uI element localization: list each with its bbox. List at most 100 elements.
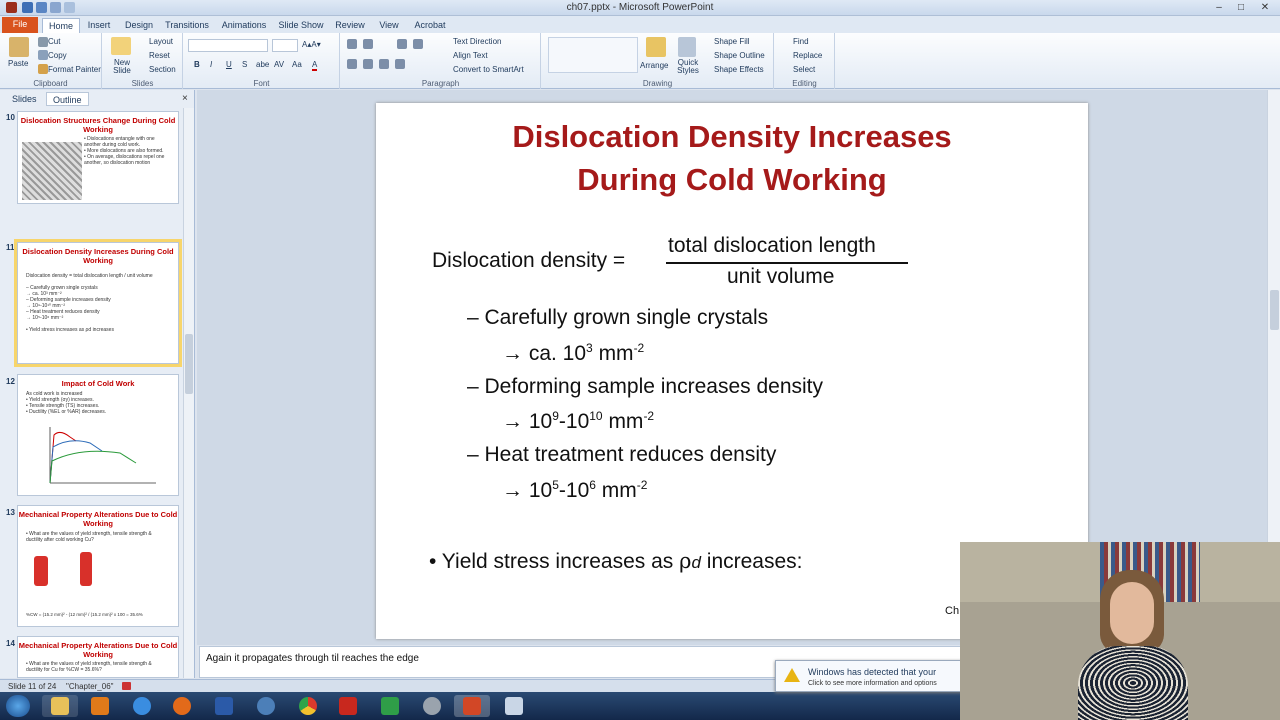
slide-thumbnail[interactable]: Mechanical Property Alterations Due to C… — [17, 636, 179, 678]
warning-icon — [784, 668, 800, 682]
font-size-dropdown[interactable] — [272, 39, 298, 52]
equation-numerator: total dislocation length — [668, 234, 876, 257]
convert-smartart-button[interactable]: Convert to SmartArt — [453, 65, 524, 74]
font-color-button[interactable]: A — [312, 60, 318, 71]
shape-fill-button[interactable]: Shape Fill — [714, 37, 750, 46]
bullet-carefully-grown: – Carefully grown single crystals — [467, 306, 769, 329]
format-painter-button[interactable]: Format Painter — [48, 65, 101, 74]
slides-pane-scrollbar[interactable] — [183, 108, 194, 678]
tab-transitions[interactable]: Transitions — [164, 18, 210, 33]
bold-button[interactable]: B — [194, 60, 200, 69]
find-button[interactable]: Find — [793, 37, 809, 46]
taskbar-app[interactable] — [372, 695, 408, 717]
section-button[interactable]: Section — [149, 65, 176, 74]
align-left-icon[interactable] — [347, 59, 357, 69]
taskbar-media-player[interactable] — [82, 695, 118, 717]
select-button[interactable]: Select — [793, 65, 815, 74]
tab-file[interactable]: File — [2, 17, 38, 33]
minimize-button[interactable]: – — [1208, 1, 1230, 14]
taskbar-app[interactable] — [496, 695, 532, 717]
slide-thumbnail[interactable]: Impact of Cold Work As cold work is incr… — [17, 374, 179, 496]
taskbar-explorer[interactable] — [42, 695, 78, 717]
replace-button[interactable]: Replace — [793, 51, 822, 60]
quick-styles-button[interactable]: Quick Styles — [674, 59, 702, 75]
slide-thumbnail-selected[interactable]: Dislocation Density Increases During Col… — [14, 239, 182, 367]
title-bar: ch07.pptx - Microsoft PowerPoint – □ ✕ — [0, 0, 1280, 16]
slide-number: 11 — [6, 243, 15, 252]
taskbar-word[interactable] — [206, 695, 242, 717]
shape-effects-button[interactable]: Shape Effects — [714, 65, 764, 74]
notes-text[interactable]: Again it propagates through til reaches … — [206, 653, 419, 664]
thumb-line: %CW = (15.2 mm)² - (12 mm)² / (15.2 mm)²… — [26, 612, 143, 617]
slide-number: 13 — [6, 508, 15, 517]
shadow-button[interactable]: abe — [256, 60, 269, 69]
slide-thumbnail[interactable]: Mechanical Property Alterations Due to C… — [17, 505, 179, 627]
cut-button[interactable]: Cut — [48, 37, 60, 46]
text-direction-button[interactable]: Text Direction — [453, 37, 501, 46]
underline-button[interactable]: U — [226, 60, 232, 69]
shape-outline-button[interactable]: Shape Outline — [714, 51, 765, 60]
tab-home[interactable]: Home — [42, 18, 80, 33]
taskbar-app[interactable] — [248, 695, 284, 717]
sub-bullet-ca-10-3: → ca. 103 mm-2 — [502, 341, 644, 366]
paragraph-group: Text Direction Align Text Convert to Sma… — [341, 33, 541, 89]
font-name-dropdown[interactable] — [188, 39, 268, 52]
align-text-button[interactable]: Align Text — [453, 51, 488, 60]
copy-button[interactable]: Copy — [48, 51, 67, 60]
tab-outline-pane[interactable]: Outline — [46, 92, 89, 106]
arrange-button[interactable]: Arrange — [640, 61, 668, 70]
increase-indent-icon[interactable] — [413, 39, 423, 49]
tab-animations[interactable]: Animations — [220, 18, 268, 33]
tab-slides-pane[interactable]: Slides — [6, 92, 43, 106]
justify-icon[interactable] — [395, 59, 405, 69]
slide-thumbnail[interactable]: Dislocation Structures Change During Col… — [17, 111, 179, 204]
italic-button[interactable]: I — [210, 60, 212, 69]
reset-button[interactable]: Reset — [149, 51, 170, 60]
start-button-icon[interactable] — [6, 695, 30, 717]
tab-insert[interactable]: Insert — [84, 18, 114, 33]
tab-slide-show[interactable]: Slide Show — [278, 18, 324, 33]
close-window-button[interactable]: ✕ — [1254, 1, 1276, 14]
taskbar-app[interactable] — [414, 695, 450, 717]
paste-button[interactable]: Paste — [8, 59, 28, 68]
slides-label: Slides — [131, 79, 154, 88]
tab-acrobat[interactable]: Acrobat — [412, 18, 448, 33]
thumb-title: Impact of Cold Work — [61, 379, 135, 388]
thumb-title: Mechanical Property Alterations Due to C… — [18, 510, 178, 528]
ribbon-tabs: File Home Insert Design Transitions Anim… — [0, 16, 1280, 33]
taskbar-acrobat[interactable] — [330, 695, 366, 717]
decrease-indent-icon[interactable] — [397, 39, 407, 49]
clipboard-group: Paste Cut Copy Format Painter Clipboard — [0, 33, 102, 89]
spellcheck-icon[interactable] — [122, 682, 131, 690]
maximize-button[interactable]: □ — [1230, 1, 1252, 14]
align-right-icon[interactable] — [379, 59, 389, 69]
windows-notification[interactable]: Windows has detected that your Click to … — [775, 660, 965, 692]
unit-exponent: -2 — [636, 478, 648, 492]
close-pane-button[interactable]: × — [182, 93, 188, 104]
tab-view[interactable]: View — [376, 18, 402, 33]
window-title: ch07.pptx - Microsoft PowerPoint — [566, 2, 714, 13]
exponent: 5 — [552, 478, 559, 492]
bullets-icon[interactable] — [347, 39, 357, 49]
change-case-button[interactable]: Aa — [292, 60, 302, 69]
grow-font-icon[interactable]: A▴A▾ — [302, 40, 321, 49]
taskbar-powerpoint[interactable] — [454, 695, 490, 717]
taskbar-firefox[interactable] — [164, 695, 200, 717]
font-label: Font — [253, 79, 270, 88]
new-slide-button[interactable]: New Slide — [107, 59, 137, 75]
scroll-thumb[interactable] — [1270, 290, 1279, 330]
align-center-icon[interactable] — [363, 59, 373, 69]
tab-design[interactable]: Design — [122, 18, 156, 33]
tab-review[interactable]: Review — [334, 18, 366, 33]
char-spacing-button[interactable]: AV — [274, 60, 284, 69]
scroll-thumb[interactable] — [185, 334, 193, 394]
numbering-icon[interactable] — [363, 39, 373, 49]
quick-styles-icon — [678, 37, 696, 57]
layout-button[interactable]: Layout — [149, 37, 173, 46]
strikethrough-button[interactable]: S — [242, 60, 247, 69]
taskbar-chrome[interactable] — [290, 695, 326, 717]
shapes-gallery[interactable] — [548, 37, 638, 73]
stress-strain-graph — [49, 427, 156, 484]
taskbar-ie[interactable] — [124, 695, 160, 717]
drawing-label: Drawing — [642, 79, 673, 88]
